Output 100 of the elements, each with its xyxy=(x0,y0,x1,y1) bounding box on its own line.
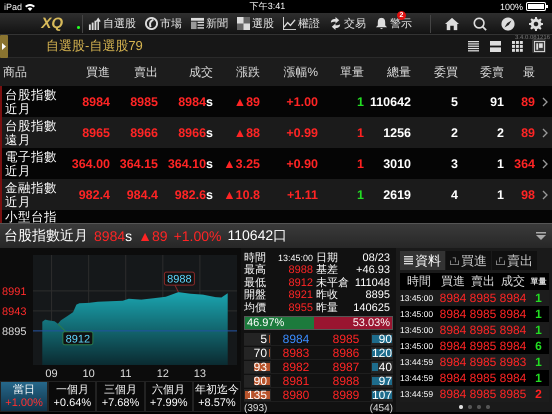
tray-arrow-icon xyxy=(496,256,505,265)
bar-chart-icon xyxy=(88,17,101,30)
battery-percent: 100% xyxy=(500,2,523,12)
ticks-tab[interactable]: 買進 xyxy=(446,251,491,270)
table-cell-text: ▲3.25 xyxy=(222,156,261,170)
nav-menu-item[interactable]: 新聞 xyxy=(191,16,228,31)
period-tab[interactable]: 六個月 +7.99% xyxy=(144,381,193,412)
column-header[interactable]: 單量 xyxy=(320,64,366,80)
compass-icon[interactable] xyxy=(501,16,515,30)
settings-icon[interactable] xyxy=(529,16,543,30)
info-label: 昨量 xyxy=(316,302,339,314)
dropdown-icon[interactable] xyxy=(536,232,546,240)
axis-label: 8895 xyxy=(2,326,26,338)
column-header[interactable]: 漲跌 xyxy=(215,64,262,80)
table-cell-text: 8984 xyxy=(498,371,528,385)
table-cell-text: 8984 xyxy=(498,339,528,353)
column-header[interactable]: 買進 xyxy=(60,64,112,80)
table-cell-text: 8985 xyxy=(129,94,159,108)
battery-icon xyxy=(526,2,548,11)
column-header: 時間 xyxy=(406,273,432,290)
bid-price: 8981 xyxy=(282,374,310,388)
info-label: 最高 xyxy=(244,264,267,277)
product-name[interactable]: 金融指數近月 xyxy=(2,180,60,208)
product-name[interactable]: 台股指數遠月 xyxy=(2,118,60,146)
product-name[interactable]: 電子指數近月 xyxy=(2,150,60,178)
app-logo[interactable]: XQ xyxy=(41,15,63,32)
column-header[interactable]: 成交 xyxy=(160,64,215,80)
page-dot[interactable] xyxy=(459,405,463,409)
column-header[interactable]: 總量 xyxy=(366,64,413,80)
info-value: 111048 xyxy=(354,276,391,290)
column-header[interactable]: 漲幅% xyxy=(262,64,320,80)
nav-menu-item[interactable]: 自選股 xyxy=(88,16,136,31)
view-mode-button[interactable] xyxy=(510,39,524,53)
axis-label: 09 xyxy=(45,368,58,380)
period-tab[interactable]: 當日 +1.00% xyxy=(0,381,48,412)
table-cell-text: 8984 xyxy=(438,323,468,337)
page-dot[interactable] xyxy=(468,405,472,409)
period-tab[interactable]: 一個月 +0.64% xyxy=(48,381,96,412)
axis-label: 12 xyxy=(156,368,169,380)
page-dot[interactable] xyxy=(486,405,490,409)
chevron-icon[interactable] xyxy=(542,96,548,106)
table-cell-text: 8985 xyxy=(468,387,498,401)
product-name[interactable]: 台股指數近月 xyxy=(2,88,60,116)
info-value: 8955 xyxy=(288,302,314,314)
column-header: 買進 xyxy=(440,273,466,290)
table-cell-text: 8984 xyxy=(438,387,468,401)
table-cell-text: 2 xyxy=(450,126,459,140)
home-icon[interactable] xyxy=(445,16,459,30)
leader-line xyxy=(57,323,66,332)
table-cell-text: 91 xyxy=(489,94,505,108)
table-cell-text: 8984 xyxy=(438,291,468,305)
table-cell-text: +1.11 xyxy=(286,188,319,202)
table-cell-text: 3010 xyxy=(382,156,412,170)
column-header[interactable]: 委買 xyxy=(413,64,460,80)
view-mode-button[interactable] xyxy=(532,39,546,53)
axis-label: 8943 xyxy=(2,306,26,318)
search-icon[interactable] xyxy=(473,16,487,30)
column-header[interactable]: 委賣 xyxy=(460,64,506,80)
leader-line xyxy=(174,284,179,293)
period-tab[interactable]: 年初迄今 +8.57% xyxy=(192,381,242,412)
table-cell-text: 98 xyxy=(520,188,536,202)
ask-volume: 120 xyxy=(372,347,392,360)
view-mode-button[interactable] xyxy=(488,39,502,53)
table-cell-text: 364 xyxy=(513,156,536,170)
table-cell-text: 982.4 xyxy=(78,188,111,202)
column-header[interactable]: 商品 xyxy=(0,64,60,80)
product-name[interactable]: 小型台指 xyxy=(2,210,60,223)
table-cell-text: 8985 xyxy=(498,387,528,401)
table-cell-text: +0.90 xyxy=(285,156,319,170)
info-value: 140625 xyxy=(352,302,391,314)
ask-total: (454) xyxy=(370,403,393,414)
annotation: 8988 xyxy=(167,274,192,286)
nav-menu-item[interactable]: 交易 xyxy=(329,16,366,31)
bell-icon xyxy=(375,17,388,30)
ask-volume: 107 xyxy=(372,389,392,402)
ask-volume: 90 xyxy=(378,333,392,346)
table-cell-text: 8985 xyxy=(468,307,498,321)
ticks-tab[interactable]: 賣出 xyxy=(492,251,537,270)
chevron-icon[interactable] xyxy=(542,190,548,200)
buy-ratio-bar: 46.97% xyxy=(245,317,314,330)
nav-menu-item[interactable]: 選股 xyxy=(237,16,274,31)
period-tab[interactable]: 三個月 +7.68% xyxy=(96,381,145,412)
page-dot[interactable] xyxy=(477,405,481,409)
view-mode-button[interactable] xyxy=(466,39,480,53)
column-header[interactable]: 賣出 xyxy=(112,64,160,80)
table-cell-text: 1 xyxy=(496,156,505,170)
percent-change: +1.00% xyxy=(174,228,222,244)
side-panel-tab[interactable] xyxy=(0,34,8,58)
chevron-icon[interactable] xyxy=(542,128,548,138)
table-cell-text: 8984 xyxy=(498,307,528,321)
nav-menu-item[interactable]: 權證 xyxy=(283,16,320,31)
column-header[interactable]: 最 xyxy=(506,64,537,80)
chevron-icon[interactable] xyxy=(542,158,548,168)
info-value: 8895 xyxy=(364,289,391,302)
info-value: 8988 xyxy=(288,264,314,277)
nav-menu-item[interactable]: 市場 xyxy=(145,16,182,31)
ticks-tab[interactable]: 資料 xyxy=(400,251,445,270)
info-label: 基差 xyxy=(316,264,339,277)
axis-label: 13 xyxy=(194,368,206,380)
ask-price: 8988 xyxy=(332,374,360,388)
